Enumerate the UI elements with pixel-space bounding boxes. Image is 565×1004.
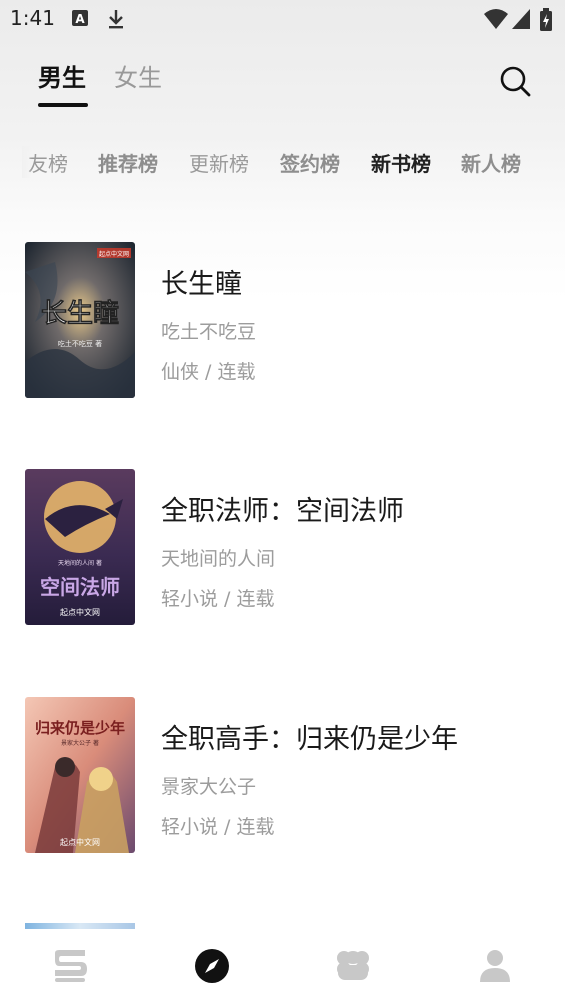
book-item[interactable]: 长生瞳 吃土不吃豆 著 起点中文网 长生瞳 吃土不吃豆 仙侠 / 连载: [0, 242, 565, 400]
book-category-status: 仙侠 / 连载: [161, 361, 256, 383]
signal-icon: [512, 9, 530, 29]
svg-text:景家大公子 著: 景家大公子 著: [61, 739, 99, 747]
category-icon[interactable]: [334, 947, 372, 985]
rank-tabs: 友榜 推荐榜 更新榜 签约榜 新书榜 新人榜: [0, 146, 565, 178]
bookshelf-icon[interactable]: [51, 947, 89, 985]
wifi-icon: [484, 9, 508, 29]
tab-female[interactable]: 女生: [114, 58, 162, 93]
book-cover[interactable]: 天地间的人间 著 空间法师 起点中文网: [25, 469, 135, 625]
status-time: 1:41: [10, 6, 55, 30]
book-title: 全职高手：归来仍是少年: [161, 724, 458, 755]
rank-tab-signed[interactable]: 签约榜: [280, 148, 340, 177]
tab-male[interactable]: 男生: [38, 58, 86, 93]
svg-text:归来仍是少年: 归来仍是少年: [35, 719, 125, 737]
svg-text:空间法师: 空间法师: [40, 575, 120, 599]
battery-icon: [540, 8, 552, 31]
rank-tab-recommend[interactable]: 推荐榜: [98, 148, 158, 177]
book-title: 全职法师：空间法师: [161, 496, 404, 527]
download-icon: [109, 10, 123, 29]
profile-icon[interactable]: [476, 947, 514, 985]
compass-icon[interactable]: [193, 947, 231, 985]
search-icon[interactable]: [498, 64, 532, 98]
rank-tab-new-authors[interactable]: 新人榜: [461, 148, 521, 177]
rank-tab-new-books[interactable]: 新书榜: [371, 148, 431, 177]
svg-text:吃土不吃豆 著: 吃土不吃豆 著: [58, 339, 102, 348]
svg-text:长生瞳: 长生瞳: [41, 298, 119, 329]
status-bar: 1:41 A: [0, 0, 565, 40]
svg-text:起点中文网: 起点中文网: [60, 607, 100, 617]
book-item[interactable]: 归来仍是少年 景家大公子 著 起点中文网 全职高手：归来仍是少年 景家大公子 轻…: [0, 697, 565, 855]
svg-text:起点中文网: 起点中文网: [60, 837, 100, 847]
book-author: 景家大公子: [161, 776, 257, 798]
rank-tab-update[interactable]: 更新榜: [189, 148, 249, 177]
book-item[interactable]: 天地间的人间 著 空间法师 起点中文网 全职法师：空间法师 天地间的人间 轻小说…: [0, 469, 565, 627]
active-tab-indicator: [38, 103, 88, 107]
book-author: 吃土不吃豆: [161, 321, 257, 343]
book-category-status: 轻小说 / 连载: [161, 816, 275, 838]
book-cover[interactable]: 归来仍是少年 景家大公子 著 起点中文网: [25, 697, 135, 853]
book-cover[interactable]: 长生瞳 吃土不吃豆 著 起点中文网: [25, 242, 135, 398]
svg-text:A: A: [75, 12, 85, 26]
rank-tab-friends[interactable]: 友榜: [28, 148, 68, 177]
book-title: 长生瞳: [161, 269, 242, 300]
book-category-status: 轻小说 / 连载: [161, 588, 275, 610]
svg-text:天地间的人间 著: 天地间的人间 著: [58, 559, 102, 567]
text-a-icon: A: [72, 10, 88, 26]
bottom-navigation: [0, 929, 565, 1004]
svg-text:起点中文网: 起点中文网: [99, 250, 129, 258]
book-author: 天地间的人间: [161, 548, 276, 570]
